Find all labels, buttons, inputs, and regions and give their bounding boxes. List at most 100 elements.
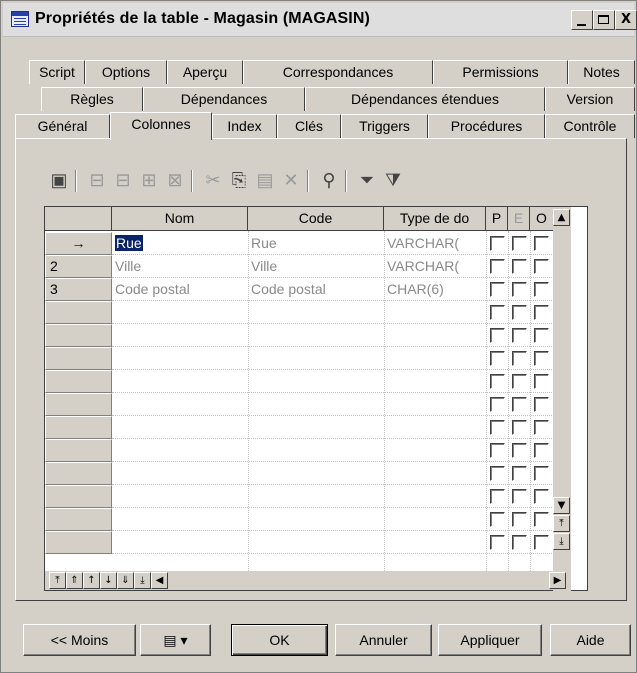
tab-dependances[interactable]: Dépendances	[143, 87, 305, 111]
filter-icon[interactable]: ⏷	[355, 168, 379, 192]
apply-button[interactable]: Appliquer	[438, 624, 542, 656]
scroll-page-up-icon[interactable]: ⤒	[553, 515, 570, 532]
row-header[interactable]	[45, 485, 112, 508]
row-header[interactable]	[45, 324, 112, 347]
tab-general[interactable]: Général	[15, 114, 110, 138]
cell-code[interactable]: Rue	[251, 232, 383, 254]
scroll-page-down-icon[interactable]: ⤓	[553, 533, 570, 550]
tab-regles[interactable]: Règles	[41, 87, 143, 111]
scroll-up-icon[interactable]: ▲	[553, 209, 570, 226]
row-header[interactable]	[45, 531, 112, 554]
row-header[interactable]	[45, 370, 112, 393]
row-header[interactable]	[45, 347, 112, 370]
scroll-right-icon[interactable]: ▶	[549, 572, 566, 589]
cell-type[interactable]: CHAR(6)	[387, 278, 485, 300]
scroll-down-icon[interactable]: ▼	[553, 497, 570, 514]
tab-colonnes[interactable]: Colonnes	[110, 112, 212, 140]
tab-notes[interactable]: Notes	[568, 60, 635, 84]
foreign-checkbox[interactable]	[512, 466, 527, 481]
primary-checkbox[interactable]	[490, 328, 505, 343]
tab-index[interactable]: Index	[212, 114, 277, 138]
row-header[interactable]: 2	[45, 255, 112, 278]
primary-checkbox[interactable]	[490, 259, 505, 274]
cell-type[interactable]: VARCHAR(	[387, 255, 485, 277]
move-up-page-icon[interactable]: ⇑	[66, 572, 83, 589]
maximize-button[interactable]	[593, 10, 615, 30]
row-header[interactable]: →	[45, 232, 112, 255]
row-header[interactable]	[45, 462, 112, 485]
mandatory-checkbox[interactable]	[534, 351, 549, 366]
tab-procedures[interactable]: Procédures	[428, 114, 545, 138]
tab-apercu[interactable]: Aperçu	[167, 60, 243, 84]
move-down-page-icon[interactable]: ⇓	[117, 572, 134, 589]
column-header-o[interactable]: O	[530, 207, 554, 231]
primary-checkbox[interactable]	[490, 466, 505, 481]
add-rows-icon[interactable]: ⊞	[137, 168, 161, 192]
cell-type[interactable]: VARCHAR(	[387, 232, 485, 254]
mandatory-checkbox[interactable]	[534, 259, 549, 274]
cut-icon[interactable]: ✂	[201, 168, 225, 192]
delete-row-icon[interactable]: ⊠	[163, 168, 187, 192]
primary-checkbox[interactable]	[490, 282, 505, 297]
filter-options-icon[interactable]: ⧩	[381, 168, 405, 192]
row-header[interactable]	[45, 393, 112, 416]
tab-dependances-etendues[interactable]: Dépendances étendues	[305, 87, 545, 111]
row-header[interactable]	[45, 439, 112, 462]
foreign-checkbox[interactable]	[512, 512, 527, 527]
foreign-checkbox[interactable]	[512, 282, 527, 297]
less-button[interactable]: << Moins	[23, 624, 136, 656]
column-header-type[interactable]: Type de do	[384, 207, 486, 231]
foreign-checkbox[interactable]	[512, 328, 527, 343]
tab-cles[interactable]: Clés	[277, 114, 341, 138]
tab-controle[interactable]: Contrôle	[545, 114, 635, 138]
cell-nom[interactable]: Ville	[115, 255, 247, 277]
mandatory-checkbox[interactable]	[534, 282, 549, 297]
cell-code[interactable]: Ville	[251, 255, 383, 277]
tab-version[interactable]: Version	[545, 87, 635, 111]
foreign-checkbox[interactable]	[512, 535, 527, 550]
primary-checkbox[interactable]	[490, 443, 505, 458]
column-header-p[interactable]: P	[486, 207, 508, 231]
cell-nom[interactable]: Code postal	[115, 278, 247, 300]
help-button[interactable]: Aide	[550, 624, 631, 656]
mandatory-checkbox[interactable]	[534, 420, 549, 435]
foreign-checkbox[interactable]	[512, 489, 527, 504]
mandatory-checkbox[interactable]	[534, 466, 549, 481]
cell-nom[interactable]: Rue	[115, 232, 247, 254]
column-header-e[interactable]: E	[508, 207, 530, 231]
mandatory-checkbox[interactable]	[534, 535, 549, 550]
properties-icon[interactable]: ▣	[47, 168, 71, 192]
primary-checkbox[interactable]	[490, 374, 505, 389]
close-button[interactable]: X	[615, 10, 637, 30]
primary-checkbox[interactable]	[490, 489, 505, 504]
foreign-checkbox[interactable]	[512, 351, 527, 366]
mandatory-checkbox[interactable]	[534, 328, 549, 343]
tab-permissions[interactable]: Permissions	[433, 60, 568, 84]
cell-code[interactable]: Code postal	[251, 278, 383, 300]
primary-checkbox[interactable]	[490, 397, 505, 412]
cancel-button[interactable]: Annuler	[335, 624, 432, 656]
tab-correspondances[interactable]: Correspondances	[243, 60, 433, 84]
move-down-icon[interactable]: ↓	[100, 572, 117, 589]
mandatory-checkbox[interactable]	[534, 489, 549, 504]
row-header[interactable]	[45, 301, 112, 324]
primary-checkbox[interactable]	[490, 351, 505, 366]
move-bottom-icon[interactable]: ⤓	[134, 572, 151, 589]
primary-checkbox[interactable]	[490, 305, 505, 320]
column-header-nom[interactable]: Nom	[112, 207, 248, 231]
vertical-scrollbar[interactable]: ▲ ▼ ⤒ ⤓	[553, 207, 571, 592]
copy-icon[interactable]: ⎘	[227, 168, 251, 192]
mandatory-checkbox[interactable]	[534, 305, 549, 320]
foreign-checkbox[interactable]	[512, 397, 527, 412]
foreign-checkbox[interactable]	[512, 443, 527, 458]
mandatory-checkbox[interactable]	[534, 397, 549, 412]
minimize-button[interactable]	[571, 10, 593, 30]
foreign-checkbox[interactable]	[512, 259, 527, 274]
list-menu-button[interactable]: ▤ ▾	[140, 624, 211, 656]
ok-button[interactable]: OK	[231, 624, 328, 656]
mandatory-checkbox[interactable]	[534, 512, 549, 527]
column-header-code[interactable]: Code	[248, 207, 384, 231]
mandatory-checkbox[interactable]	[534, 443, 549, 458]
foreign-checkbox[interactable]	[512, 305, 527, 320]
delete-icon[interactable]: ✕	[279, 168, 303, 192]
